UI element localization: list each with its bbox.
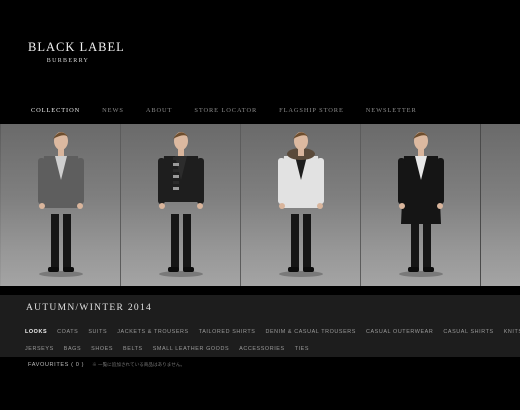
brand-sub: BURBERRY xyxy=(46,58,90,64)
look-card[interactable] xyxy=(361,124,481,286)
favourites-bar: FAVOURITES ( 0 ) ※ 一覧に追加されている商品はありません。 xyxy=(28,362,185,368)
nav-flagship-store[interactable]: FLAGSHIP STORE xyxy=(279,107,344,114)
category-shoes[interactable]: SHOES xyxy=(91,346,113,352)
category-menu: LOOKS COATS SUITS JACKETS & TROUSERS TAILORE… xyxy=(25,323,520,357)
category-row: LOOKS COATS SUITS JACKETS & TROUSERS TAILORE… xyxy=(25,323,520,340)
category-jerseys[interactable]: JERSEYS xyxy=(25,346,54,352)
gallery-edge xyxy=(481,124,520,286)
category-small-leather-goods[interactable]: SMALL LEATHER GOODS xyxy=(153,346,229,352)
category-coats[interactable]: COATS xyxy=(57,329,78,335)
look-card[interactable] xyxy=(241,124,361,286)
model-figure xyxy=(278,132,324,277)
favourites-note: ※ 一覧に追加されている商品はありません。 xyxy=(92,362,186,367)
brand-name: BLACK LABEL xyxy=(28,40,125,54)
look-gallery xyxy=(0,124,520,286)
nav-newsletter[interactable]: NEWSLETTER xyxy=(366,107,417,114)
category-accessories[interactable]: ACCESSORIES xyxy=(239,346,285,352)
brand-logo[interactable]: BLACK LABEL BURBERRY xyxy=(28,40,128,64)
category-row: JERSEYS BAGS SHOES BELTS SMALL LEATHER GOODS… xyxy=(25,340,495,357)
category-knits[interactable]: KNITS xyxy=(504,329,520,335)
category-tailored-shirts[interactable]: TAILORED SHIRTS xyxy=(199,329,256,335)
category-jackets-trousers[interactable]: JACKETS & TROUSERS xyxy=(117,329,189,335)
look-card[interactable] xyxy=(1,124,121,286)
nav-collection[interactable]: COLLECTION xyxy=(31,107,80,114)
category-ties[interactable]: TIES xyxy=(295,346,309,352)
category-suits[interactable]: SUITS xyxy=(88,329,107,335)
model-figure xyxy=(158,132,204,277)
main-nav: COLLECTION NEWS ABOUT STORE LOCATOR FLAG… xyxy=(31,107,439,114)
nav-about[interactable]: ABOUT xyxy=(146,107,173,114)
category-looks[interactable]: LOOKS xyxy=(25,329,47,335)
category-bags[interactable]: BAGS xyxy=(64,346,81,352)
favourites-link[interactable]: FAVOURITES ( 0 ) xyxy=(28,362,84,368)
nav-news[interactable]: NEWS xyxy=(102,107,124,114)
collection-info: AUTUMN/WINTER 2014 LOOKS COATS SUITS JACKET… xyxy=(0,295,520,357)
category-casual-outerwear[interactable]: CASUAL OUTERWEAR xyxy=(366,329,433,335)
nav-store-locator[interactable]: STORE LOCATOR xyxy=(194,107,257,114)
category-denim-casual-trousers[interactable]: DENIM & CASUAL TROUSERS xyxy=(265,329,355,335)
category-casual-shirts[interactable]: CASUAL SHIRTS xyxy=(443,329,493,335)
category-belts[interactable]: BELTS xyxy=(123,346,143,352)
look-card[interactable] xyxy=(121,124,241,286)
model-figure xyxy=(38,132,84,277)
model-figure xyxy=(398,132,444,277)
season-title: AUTUMN/WINTER 2014 xyxy=(26,303,153,313)
